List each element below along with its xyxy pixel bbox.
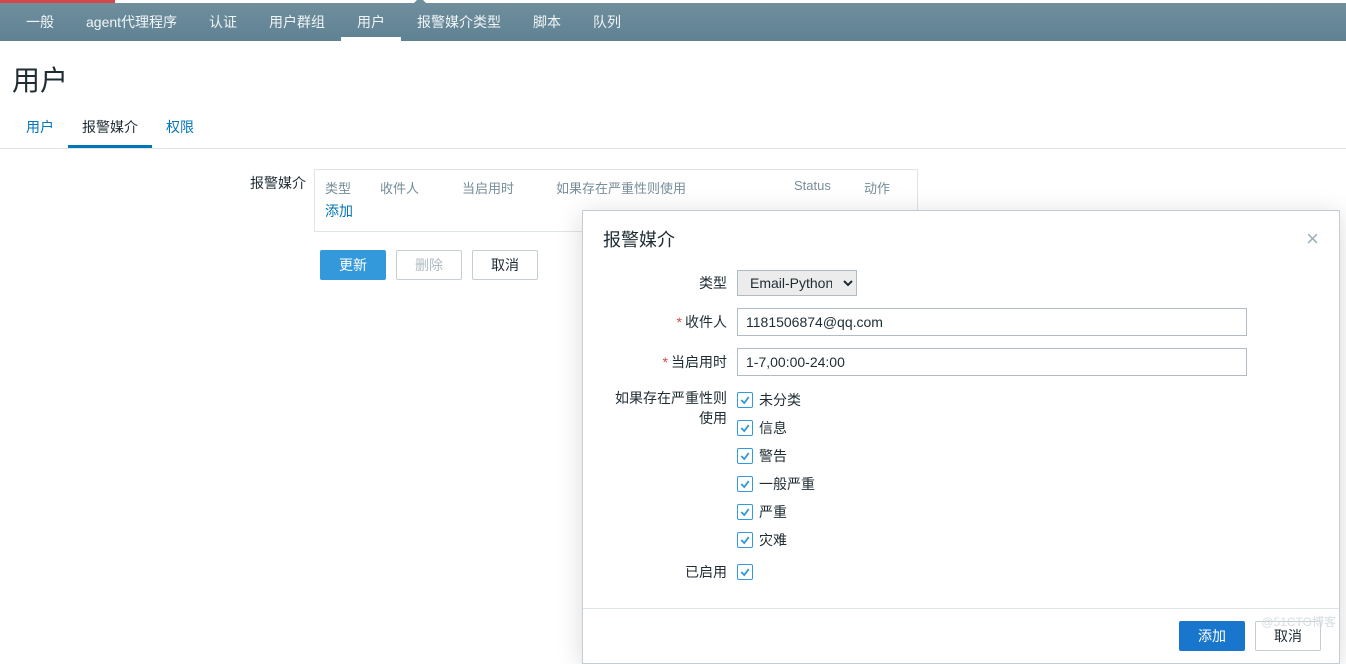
- severity-checkbox-0[interactable]: [737, 392, 753, 408]
- label-type: 类型: [607, 273, 737, 293]
- recipient-input[interactable]: [737, 308, 1247, 336]
- tab-media[interactable]: 报警媒介: [68, 109, 152, 148]
- modal-title: 报警媒介: [603, 226, 675, 252]
- label-when: *当启用时: [607, 352, 737, 372]
- close-icon[interactable]: ×: [1306, 228, 1319, 250]
- nav-users[interactable]: 用户: [341, 3, 401, 41]
- nav-user-groups[interactable]: 用户群组: [253, 3, 341, 41]
- col-type: 类型: [325, 178, 380, 197]
- page-title: 用户: [12, 59, 1346, 99]
- label-severity: 如果存在严重性则使用: [607, 388, 737, 428]
- tabs: 用户 报警媒介 权限: [0, 109, 1346, 149]
- modal-add-button[interactable]: 添加: [1179, 621, 1245, 651]
- severity-label-1: 信息: [759, 418, 787, 438]
- severity-checkbox-2[interactable]: [737, 448, 753, 464]
- col-status: Status: [794, 178, 864, 197]
- col-when: 当启用时: [462, 178, 556, 197]
- enabled-checkbox[interactable]: [737, 564, 753, 580]
- severity-list: 未分类 信息 警告 一般严重 严重 灾难: [737, 388, 815, 550]
- type-select[interactable]: Email-Python: [737, 270, 857, 296]
- tab-perms[interactable]: 权限: [152, 109, 208, 148]
- col-action: 动作: [864, 178, 904, 197]
- severity-label-4: 严重: [759, 502, 787, 522]
- severity-label-0: 未分类: [759, 390, 801, 410]
- delete-button: 删除: [396, 250, 462, 280]
- nav-media-types[interactable]: 报警媒介类型: [401, 3, 517, 41]
- tab-user[interactable]: 用户: [12, 109, 68, 148]
- severity-checkbox-1[interactable]: [737, 420, 753, 436]
- nav-general[interactable]: 一般: [10, 3, 70, 41]
- severity-checkbox-3[interactable]: [737, 476, 753, 492]
- add-media-link[interactable]: 添加: [325, 203, 353, 219]
- severity-label-5: 灾难: [759, 530, 787, 550]
- nav-scripts[interactable]: 脚本: [517, 3, 577, 41]
- severity-checkbox-5[interactable]: [737, 532, 753, 548]
- media-section-label: 报警媒介: [0, 169, 314, 193]
- col-recipient: 收件人: [380, 178, 462, 197]
- when-input[interactable]: [737, 348, 1247, 376]
- severity-checkbox-4[interactable]: [737, 504, 753, 520]
- nav-auth[interactable]: 认证: [193, 3, 253, 41]
- navbar: 一般 agent代理程序 认证 用户群组 用户 报警媒介类型 脚本 队列: [0, 3, 1346, 41]
- modal-cancel-button[interactable]: 取消: [1255, 621, 1321, 651]
- media-table-head: 类型 收件人 当启用时 如果存在严重性则使用 Status 动作: [315, 170, 917, 201]
- severity-label-3: 一般严重: [759, 474, 815, 494]
- col-severity: 如果存在严重性则使用: [556, 178, 794, 197]
- nav-agent[interactable]: agent代理程序: [70, 3, 193, 41]
- cancel-button[interactable]: 取消: [472, 250, 538, 280]
- severity-label-2: 警告: [759, 446, 787, 466]
- label-recipient: *收件人: [607, 312, 737, 332]
- label-enabled: 已启用: [607, 562, 737, 582]
- nav-queue[interactable]: 队列: [577, 3, 637, 41]
- media-modal: 报警媒介 × 类型 Email-Python *收件人 *当启用时 如果存在严重…: [582, 210, 1340, 664]
- update-button[interactable]: 更新: [320, 250, 386, 280]
